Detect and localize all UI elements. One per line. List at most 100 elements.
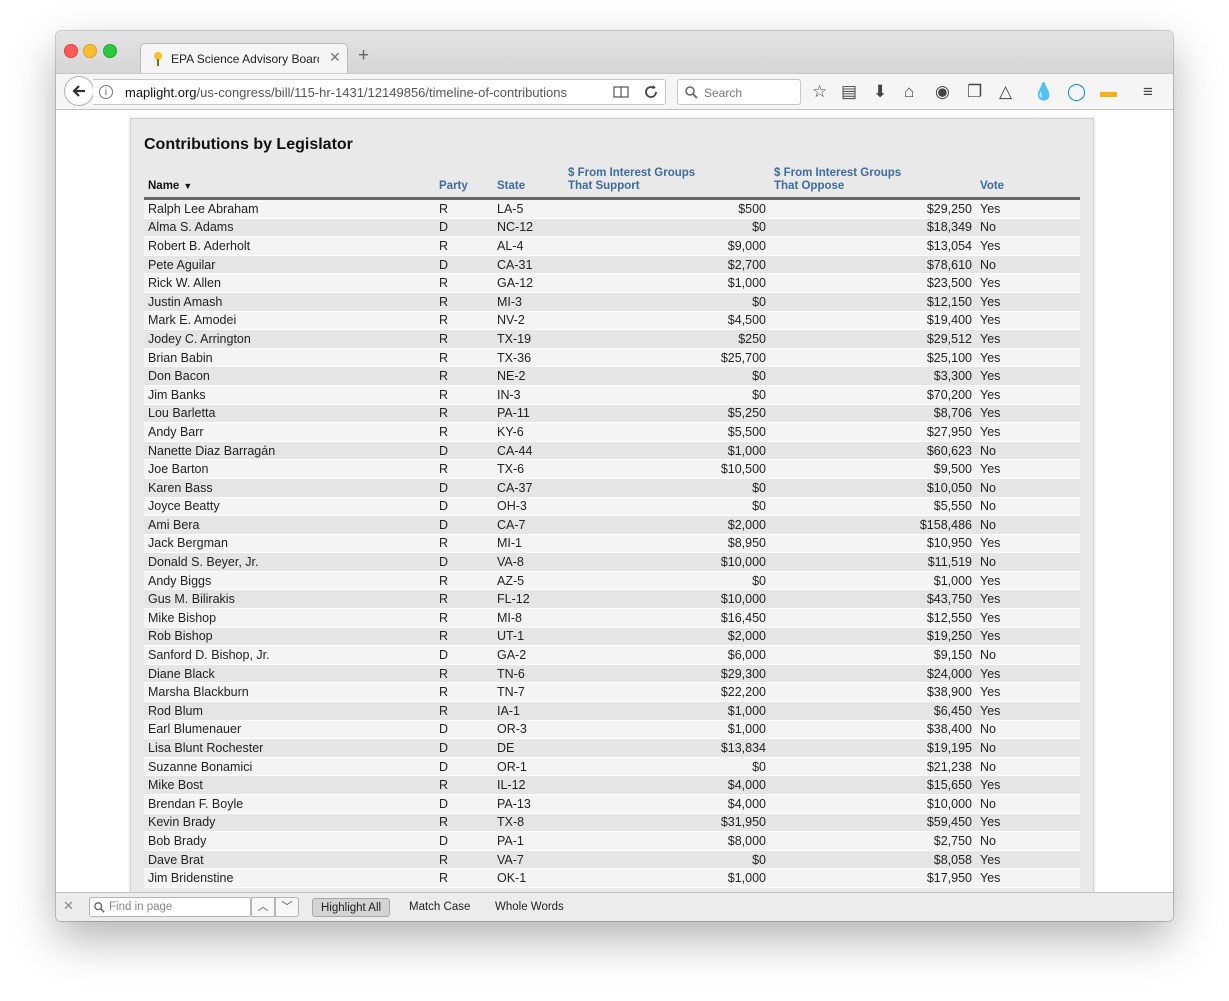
oppose-amount-cell: $29,512 (770, 329, 976, 349)
downloads-icon[interactable]: ⬇ (873, 82, 887, 102)
name-cell: Bob Brady (144, 831, 435, 851)
highlight-all-button[interactable]: Highlight All (312, 898, 391, 917)
bookmark-star-icon[interactable]: ☆ (812, 82, 827, 102)
oppose-column-header[interactable]: $ From Interest Groups That Oppose (770, 167, 976, 200)
state-column-header[interactable]: State (493, 167, 564, 200)
support-amount-cell: $25,700 (564, 348, 770, 368)
circle-extension-icon[interactable]: ◯ (1067, 82, 1086, 102)
table-row: Don Bacon R NE-2 $0 $3,300 Yes (144, 366, 1080, 386)
page-content: Contributions by Legislator Name ▼ Party … (56, 110, 1173, 892)
vote-cell: Yes (976, 589, 1080, 610)
copy-icon[interactable]: ❐ (967, 82, 982, 102)
support-header-line1: $ From Interest Groups (568, 167, 696, 179)
browser-tab[interactable]: EPA Science Advisory Board R ✕ (140, 43, 348, 74)
support-amount-cell: $250 (564, 329, 770, 349)
url-text[interactable]: maplight.org/us-congress/bill/115-hr-143… (125, 85, 567, 100)
table-row: Jack Bergman R MI-1 $8,950 $10,950 Yes (144, 534, 1080, 554)
back-button[interactable] (64, 76, 94, 106)
name-cell: Earl Blumenauer (144, 720, 435, 740)
window-close-button[interactable] (64, 44, 78, 58)
party-cell: D (435, 757, 493, 777)
party-cell: D (435, 720, 493, 740)
table-row: Brendan F. Boyle D PA-13 $4,000 $10,000 No (144, 794, 1080, 814)
bookmarks-list-icon[interactable]: ▤ (841, 82, 857, 102)
reader-view-icon[interactable] (613, 85, 629, 99)
new-tab-icon[interactable]: + (358, 45, 369, 67)
support-amount-cell: $5,250 (564, 404, 770, 424)
window-maximize-button[interactable] (103, 44, 117, 58)
vote-column-header[interactable]: Vote (976, 167, 1080, 200)
table-row: Mark E. Amodei R NV-2 $4,500 $19,400 Yes (144, 311, 1080, 331)
support-amount-cell: $1,000 (564, 868, 770, 888)
find-previous-button[interactable]: ︿ (251, 897, 275, 917)
vote-cell: Yes (976, 404, 1080, 424)
support-amount-cell: $2,000 (564, 627, 770, 647)
url-bar[interactable]: i maplight.org/us-congress/bill/115-hr-1… (93, 79, 666, 105)
party-cell: D (435, 255, 493, 275)
vote-cell: Yes (976, 813, 1080, 833)
match-case-button[interactable]: Match Case (401, 898, 478, 917)
browser-window: EPA Science Advisory Board R ✕ + i mapli… (56, 31, 1173, 921)
table-row: Alma S. Adams D NC-12 $0 $18,349 No (144, 218, 1080, 238)
name-column-header[interactable]: Name ▼ (144, 167, 435, 200)
search-bar[interactable]: Search (677, 79, 801, 105)
tab-close-icon[interactable]: ✕ (329, 49, 341, 66)
vote-cell: Yes (976, 682, 1080, 703)
name-cell: Jim Bridenstine (144, 868, 435, 888)
vote-cell: Yes (976, 850, 1080, 870)
state-cell: MI-3 (493, 292, 564, 312)
drive-icon[interactable]: △ (999, 82, 1012, 102)
water-drop-icon[interactable]: 💧 (1033, 82, 1054, 102)
password-manager-icon[interactable]: ▬ (1100, 82, 1117, 102)
support-amount-cell: $0 (564, 497, 770, 517)
vote-cell: No (976, 720, 1080, 740)
table-row: Gus M. Bilirakis R FL-12 $10,000 $43,750 Yes (144, 589, 1080, 610)
table-row: Rick W. Allen R GA-12 $1,000 $23,500 Yes (144, 273, 1080, 293)
vote-cell: Yes (976, 366, 1080, 386)
oppose-amount-cell: $27,950 (770, 422, 976, 442)
find-bar: ✕ Find in page ︿ ﹀ Highlight All Match C… (56, 892, 1173, 921)
whole-words-button[interactable]: Whole Words (487, 898, 572, 917)
table-row: Andy Biggs R AZ-5 $0 $1,000 Yes (144, 571, 1080, 591)
window-minimize-button[interactable] (83, 44, 97, 58)
oppose-amount-cell: $19,195 (770, 738, 976, 758)
state-cell: LA-5 (493, 198, 564, 219)
table-row: Ami Bera D CA-7 $2,000 $158,486 No (144, 515, 1080, 535)
party-cell: R (435, 868, 493, 888)
party-cell: R (435, 422, 493, 442)
find-close-icon[interactable]: ✕ (63, 898, 74, 914)
name-cell: Ralph Lee Abraham (144, 198, 435, 219)
state-cell: NV-2 (493, 311, 564, 331)
find-input[interactable]: Find in page (89, 897, 251, 917)
party-column-header[interactable]: Party (435, 167, 493, 200)
vote-cell: No (976, 645, 1080, 665)
table-row: Sanford D. Bishop, Jr. D GA-2 $6,000 $9,150 N… (144, 645, 1080, 665)
name-cell: Jodey C. Arrington (144, 329, 435, 349)
vote-cell: Yes (976, 292, 1080, 312)
party-cell: D (435, 552, 493, 572)
oppose-amount-cell: $9,500 (770, 459, 976, 479)
state-cell: KY-6 (493, 422, 564, 442)
party-cell: R (435, 236, 493, 256)
name-cell: Ami Bera (144, 515, 435, 535)
vote-cell: Yes (976, 627, 1080, 647)
site-info-icon[interactable]: i (99, 85, 113, 99)
support-amount-cell: $9,000 (564, 236, 770, 256)
home-icon[interactable]: ⌂ (904, 82, 914, 102)
name-cell: Mike Bishop (144, 608, 435, 628)
pocket-icon[interactable]: ◉ (935, 82, 950, 102)
reload-icon[interactable] (643, 84, 659, 100)
name-cell: Jim Banks (144, 385, 435, 405)
oppose-amount-cell: $38,900 (770, 682, 976, 703)
state-cell: OH-3 (493, 497, 564, 517)
name-cell: Andy Barr (144, 422, 435, 442)
party-cell: R (435, 348, 493, 368)
state-cell: IL-12 (493, 775, 564, 795)
find-next-button[interactable]: ﹀ (275, 897, 299, 917)
party-cell: R (435, 311, 493, 331)
support-column-header[interactable]: $ From Interest Groups That Support (564, 167, 770, 200)
state-cell: NE-2 (493, 366, 564, 386)
table-row: Rod Blum R IA-1 $1,000 $6,450 Yes (144, 701, 1080, 721)
menu-icon[interactable]: ≡ (1143, 82, 1153, 102)
vote-cell: No (976, 738, 1080, 758)
